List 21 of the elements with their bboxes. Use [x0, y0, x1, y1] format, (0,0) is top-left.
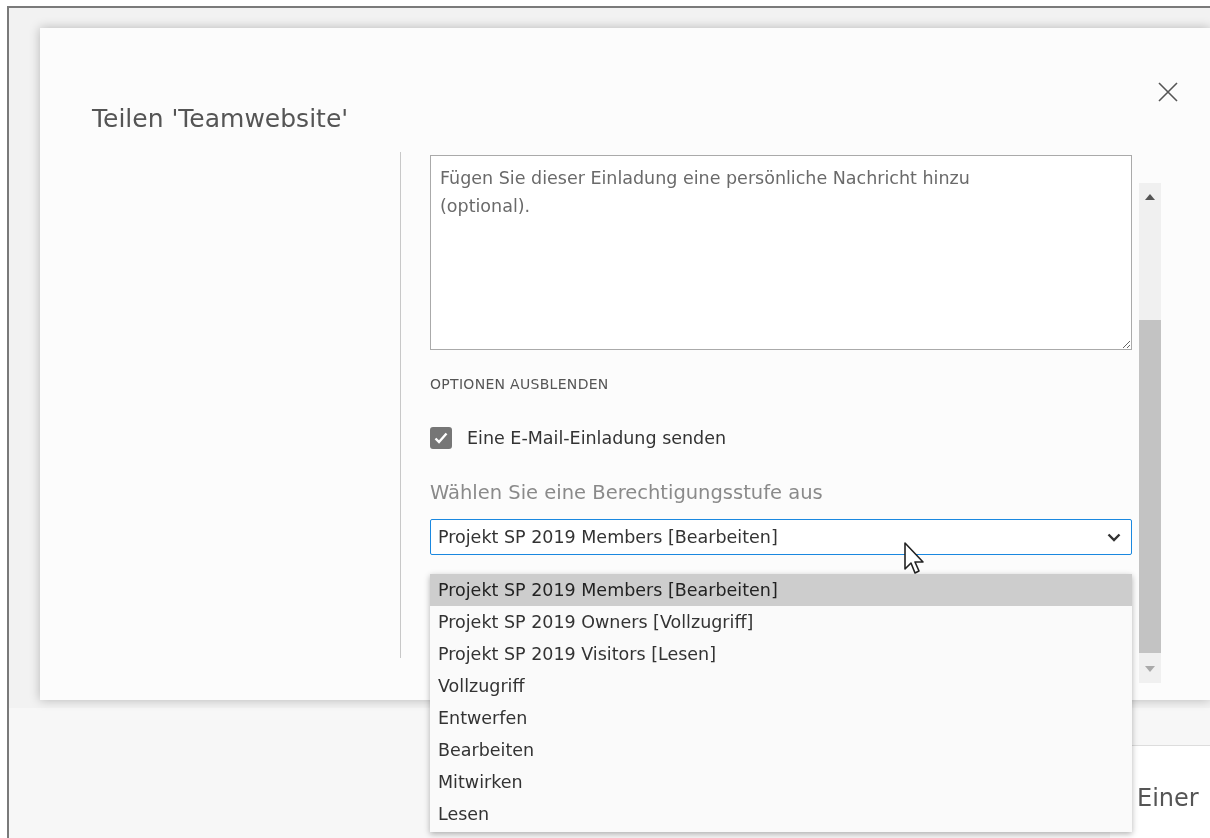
- permission-option[interactable]: Vollzugriff: [430, 670, 1132, 702]
- permission-option[interactable]: Projekt SP 2019 Owners [Vollzugriff]: [430, 606, 1132, 638]
- dialog-title: Teilen 'Teamwebsite': [92, 104, 349, 133]
- scroll-up-arrow-icon[interactable]: [1144, 193, 1156, 201]
- permission-option[interactable]: Projekt SP 2019 Visitors [Lesen]: [430, 638, 1132, 670]
- chevron-down-icon: [1107, 532, 1121, 542]
- email-invite-checkbox[interactable]: [430, 427, 452, 449]
- scrollbar[interactable]: [1139, 183, 1161, 683]
- message-field[interactable]: Fügen Sie dieser Einladung eine persönliche Nachricht hinzu (optional).: [430, 155, 1132, 350]
- checkmark-icon: [434, 432, 448, 444]
- permission-option[interactable]: Projekt SP 2019 Members [Bearbeiten]: [430, 574, 1132, 606]
- background-heading: Einer: [1137, 784, 1199, 812]
- permission-label: Wählen Sie eine Berechtigungsstufe aus: [430, 481, 824, 504]
- permission-option[interactable]: Mitwirken: [430, 766, 1132, 798]
- permission-option[interactable]: Lesen: [430, 798, 1132, 830]
- permission-option[interactable]: Entwerfen: [430, 702, 1132, 734]
- permission-select[interactable]: Projekt SP 2019 Members [Bearbeiten]: [430, 519, 1132, 555]
- permission-option[interactable]: Bearbeiten: [430, 734, 1132, 766]
- hide-options-link[interactable]: OPTIONEN AUSBLENDEN: [430, 376, 609, 392]
- email-invite-label: Eine E-Mail-Einladung senden: [467, 428, 727, 448]
- close-icon: [1158, 82, 1178, 102]
